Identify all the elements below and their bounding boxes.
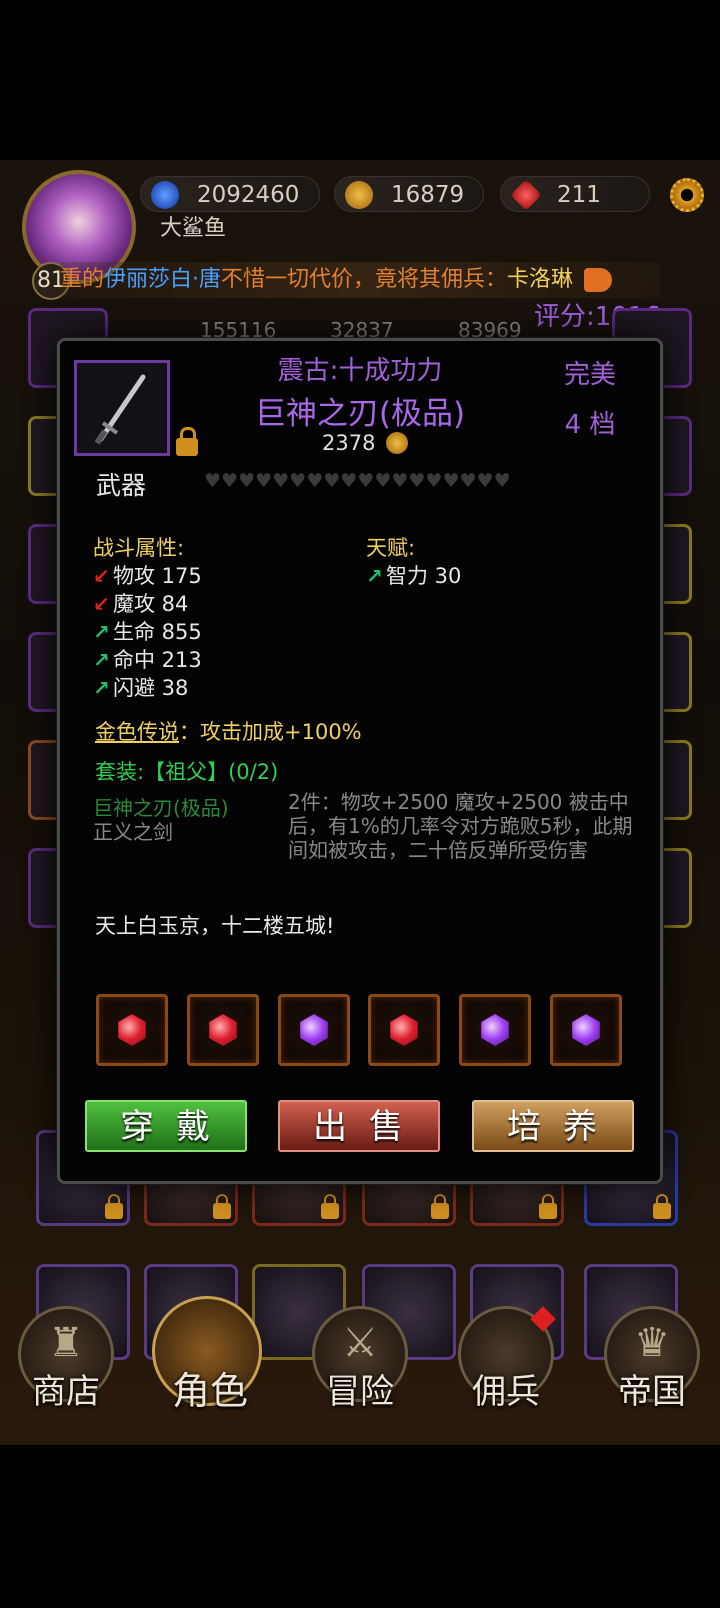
stat-row: ↙ 物攻 175 bbox=[93, 562, 202, 590]
legend-value: ：攻击加成+100% bbox=[179, 720, 362, 744]
gold-coin-icon bbox=[345, 181, 373, 209]
lock-icon bbox=[105, 1194, 123, 1219]
stat-label: 生命 855 bbox=[113, 620, 202, 644]
lock-icon bbox=[321, 1194, 339, 1219]
item-type-label: 武器 bbox=[96, 471, 147, 500]
marquee-name-2: 卡洛琳 bbox=[507, 267, 574, 292]
stat-label: 魔攻 84 bbox=[113, 592, 189, 616]
currency-gold-value: 16879 bbox=[391, 182, 465, 208]
stat-label: 闪避 38 bbox=[113, 676, 189, 700]
marquee-middle: 不惜一切代价，竟将其佣兵： bbox=[221, 267, 508, 292]
marquee-prefix: 重的 bbox=[60, 267, 105, 292]
arrow-up-icon: ↗ bbox=[93, 676, 110, 700]
item-icon bbox=[74, 360, 170, 456]
lock-icon bbox=[653, 1194, 671, 1219]
lock-icon[interactable] bbox=[176, 427, 198, 456]
stat-row: ↗ 生命 855 bbox=[93, 618, 202, 646]
gem-slot[interactable] bbox=[187, 994, 259, 1066]
stat-row: ↙ 魔攻 84 bbox=[93, 590, 188, 618]
swords-glyph: ⚔ bbox=[342, 1320, 378, 1366]
gear-icon[interactable] bbox=[670, 178, 704, 212]
castle-glyph: ♜ bbox=[48, 1320, 84, 1366]
bottom-nav: ♜ 商店 角色 ⚔ 冒险 佣兵 ♛ 帝国 bbox=[0, 1296, 720, 1445]
nav-character[interactable]: 角色 bbox=[150, 1296, 270, 1440]
gem-blue-icon bbox=[151, 181, 179, 209]
item-name: 巨神之刃(极品) bbox=[254, 396, 466, 432]
flavor-text: 天上白玉京，十二楼五城! bbox=[95, 914, 335, 938]
gem-slot[interactable] bbox=[278, 994, 350, 1066]
gem-slot[interactable] bbox=[550, 994, 622, 1066]
crown-glyph: ♛ bbox=[634, 1320, 670, 1366]
gem-slot[interactable] bbox=[459, 994, 531, 1066]
arrow-up-icon: ↗ bbox=[93, 620, 110, 644]
gem-slot[interactable] bbox=[368, 994, 440, 1066]
lock-icon bbox=[213, 1194, 231, 1219]
talent-row: ↗ 智力 30 bbox=[366, 562, 461, 590]
stat-row: ↗ 命中 213 bbox=[93, 646, 202, 674]
arrow-up-icon: ↗ bbox=[93, 648, 110, 672]
red-gem-icon bbox=[390, 1014, 418, 1046]
talent-title: 天赋: bbox=[366, 536, 416, 560]
item-prefix: 震古:十成功力 bbox=[277, 356, 443, 386]
gold-coin-icon bbox=[386, 432, 408, 454]
set-piece: 正义之剑 bbox=[93, 820, 173, 844]
set-bonus-text: 2件：物攻+2500 魔攻+2500 被击中后，有1%的几率令对方跪败5秒，此期… bbox=[288, 790, 633, 862]
upgrade-button[interactable]: 培养 bbox=[472, 1100, 634, 1152]
stat-row: ↗ 闪避 38 bbox=[93, 674, 188, 702]
sell-button[interactable]: 出售 bbox=[278, 1100, 440, 1152]
stat-label: 命中 213 bbox=[113, 648, 202, 672]
nav-mercenary-label: 佣兵 bbox=[472, 1372, 540, 1412]
arrow-up-icon: ↗ bbox=[366, 564, 383, 588]
red-gem-icon bbox=[118, 1014, 146, 1046]
legend-key[interactable]: 金色传说 bbox=[95, 720, 179, 744]
currency-ruby[interactable]: 211 bbox=[500, 176, 650, 212]
combat-stats-title: 战斗属性: bbox=[93, 536, 185, 560]
megaphone-icon[interactable] bbox=[584, 268, 613, 292]
sword-icon bbox=[94, 374, 146, 445]
nav-empire-label: 帝国 bbox=[618, 1372, 686, 1412]
red-gem-icon bbox=[209, 1014, 237, 1046]
purple-gem-icon bbox=[300, 1014, 328, 1046]
nav-character-label: 角色 bbox=[171, 1369, 248, 1413]
talent-label: 智力 30 bbox=[386, 564, 462, 588]
arrow-down-icon: ↙ bbox=[93, 592, 110, 616]
arrow-down-icon: ↙ bbox=[93, 564, 110, 588]
lock-icon bbox=[431, 1194, 449, 1219]
currency-diamond[interactable]: 2092460 bbox=[140, 176, 320, 212]
ruby-icon bbox=[510, 179, 542, 211]
enhance-hearts: ♥♥♥♥♥♥♥♥♥♥♥♥♥♥♥♥♥♥ bbox=[204, 470, 511, 492]
currency-diamond-value: 2092460 bbox=[197, 182, 300, 208]
currency-ruby-value: 211 bbox=[557, 182, 601, 208]
set-title: 套装:【祖父】(0/2) bbox=[95, 760, 279, 784]
lock-icon bbox=[539, 1194, 557, 1219]
nav-shop-label: 商店 bbox=[32, 1372, 100, 1412]
currency-gold[interactable]: 16879 bbox=[334, 176, 484, 212]
nav-empire[interactable]: ♛ 帝国 bbox=[592, 1300, 712, 1440]
equip-button[interactable]: 穿戴 bbox=[85, 1100, 247, 1152]
item-price: 2378 bbox=[322, 431, 376, 455]
nav-adventure-label: 冒险 bbox=[326, 1372, 394, 1412]
stat-label: 物攻 175 bbox=[113, 564, 202, 588]
gem-slot[interactable] bbox=[96, 994, 168, 1066]
player-name: 大鲨鱼 bbox=[160, 216, 227, 241]
purple-gem-icon bbox=[481, 1014, 509, 1046]
legend-bonus: 金色传说：攻击加成+100% bbox=[95, 716, 362, 746]
item-grade: 4 档 bbox=[564, 410, 616, 440]
item-quality: 完美 bbox=[563, 360, 616, 390]
marquee-name-1: 伊丽莎白·唐 bbox=[104, 267, 222, 292]
nav-adventure[interactable]: ⚔ 冒险 bbox=[300, 1300, 420, 1440]
nav-shop[interactable]: ♜ 商店 bbox=[6, 1300, 126, 1440]
purple-gem-icon bbox=[572, 1014, 600, 1046]
announcement-marquee: 重的伊丽莎白·唐不惜一切代价，竟将其佣兵：卡洛琳 bbox=[60, 262, 660, 298]
